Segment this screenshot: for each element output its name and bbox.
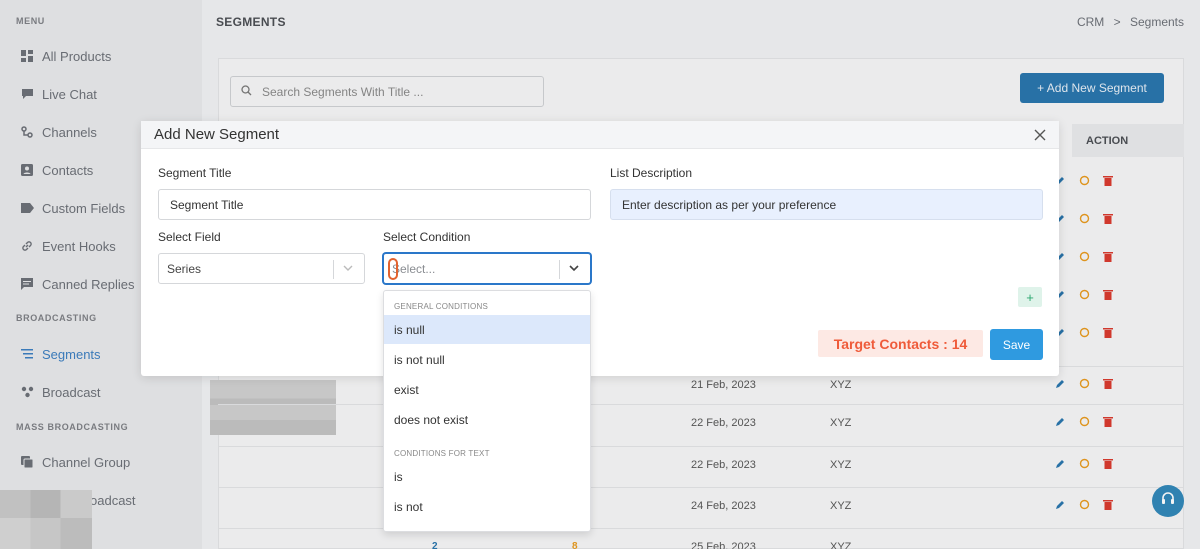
select-condition-label: Select Condition (383, 230, 471, 244)
add-condition-button[interactable]: + (1018, 287, 1042, 307)
cursor-highlight (388, 258, 398, 280)
chevron-down-icon (342, 262, 356, 276)
segment-title-label: Segment Title (158, 166, 232, 180)
select-field-value: Series (167, 262, 202, 276)
select-field-dropdown[interactable]: Series (158, 253, 365, 284)
modal-title: Add New Segment (141, 121, 1059, 149)
menu-item-is-not-null[interactable]: is not null (384, 345, 590, 374)
target-contacts-badge: Target Contacts : 14 (818, 330, 983, 357)
close-icon[interactable] (1033, 128, 1047, 142)
select-condition-dropdown[interactable]: Select... (383, 253, 591, 284)
select-condition-placeholder: Select... (392, 262, 436, 276)
menu-item-is-not[interactable]: is not (384, 492, 590, 521)
add-segment-modal: Add New Segment Segment Title Segment Ti… (141, 121, 1059, 376)
segment-title-input[interactable]: Segment Title (158, 189, 591, 220)
menu-item-does-not-exist[interactable]: does not exist (384, 405, 590, 434)
condition-menu: GENERAL CONDITIONS is null is not null e… (383, 290, 591, 532)
save-button[interactable]: Save (990, 329, 1043, 360)
select-field-label: Select Field (158, 230, 221, 244)
menu-item-is[interactable]: is (384, 462, 590, 491)
menu-group-general: GENERAL CONDITIONS (394, 302, 488, 311)
list-description-label: List Description (610, 166, 693, 180)
chevron-down-icon (568, 262, 582, 276)
menu-item-exist[interactable]: exist (384, 375, 590, 404)
menu-group-text: CONDITIONS FOR TEXT (394, 449, 490, 458)
menu-item-is-null[interactable]: is null (384, 315, 590, 344)
list-description-input[interactable]: Enter description as per your preference (610, 189, 1043, 220)
